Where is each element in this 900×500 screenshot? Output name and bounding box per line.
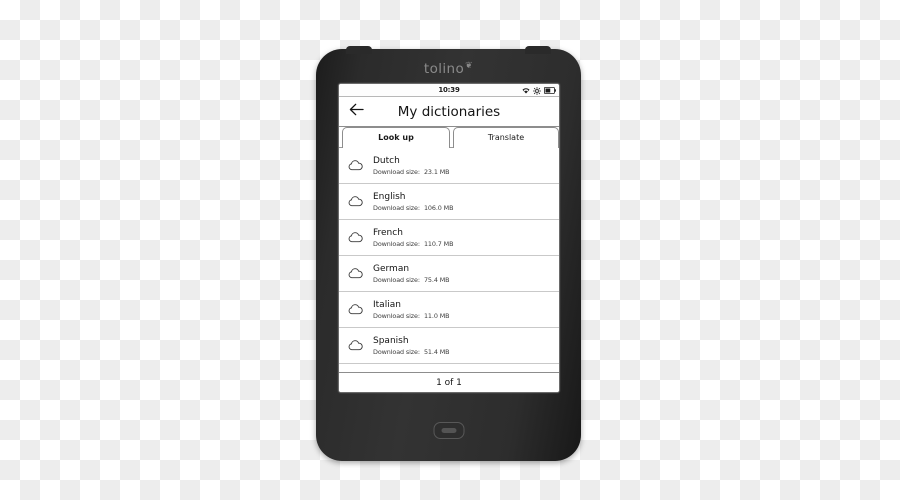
download-size: Download size: 11.0 MB	[373, 312, 559, 320]
download-size: Download size: 110.7 MB	[373, 240, 559, 248]
dictionary-name: French	[373, 227, 403, 238]
cloud-download-icon	[348, 232, 369, 243]
tolino-logo: tolino❦	[316, 61, 581, 77]
dictionary-name: English	[373, 191, 406, 202]
ereader-device: tolino❦ 10:39 My dictionaries Look up Tr…	[316, 46, 581, 461]
size-value: 23.1 MB	[423, 167, 450, 176]
size-label: Download size:	[373, 347, 420, 356]
list-item-text: Spanish Download size: 51.4 MB	[369, 336, 559, 356]
size-label: Download size:	[373, 203, 420, 212]
list-item[interactable]: English Download size: 106.0 MB	[339, 184, 559, 220]
dictionary-list: Dutch Download size: 23.1 MB English Down…	[339, 148, 559, 372]
download-size: Download size: 106.0 MB	[373, 204, 559, 212]
list-item-text: English Download size: 106.0 MB	[369, 192, 559, 212]
size-label: Download size:	[373, 167, 420, 176]
download-size: Download size: 51.4 MB	[373, 348, 559, 356]
list-item-text: French Download size: 110.7 MB	[369, 228, 559, 248]
dictionary-name: Italian	[373, 299, 401, 310]
title-bar: My dictionaries	[339, 97, 559, 127]
tab-look-up[interactable]: Look up	[342, 127, 450, 149]
battery-icon	[544, 87, 556, 94]
brightness-icon	[533, 86, 541, 95]
cloud-download-icon	[348, 304, 369, 315]
cloud-download-icon	[348, 340, 369, 351]
back-button[interactable]	[346, 97, 366, 127]
size-value: 106.0 MB	[423, 203, 454, 212]
list-item-text: Italian Download size: 11.0 MB	[369, 300, 559, 320]
list-item[interactable]: German Download size: 75.4 MB	[339, 256, 559, 292]
home-button-pill-icon	[441, 428, 456, 433]
size-label: Download size:	[373, 239, 420, 248]
list-item[interactable]: Dutch Download size: 23.1 MB	[339, 148, 559, 184]
status-bar: 10:39	[339, 84, 559, 97]
dictionary-name: Dutch	[373, 155, 400, 166]
cloud-download-icon	[348, 268, 369, 279]
size-label: Download size:	[373, 275, 420, 284]
download-size: Download size: 75.4 MB	[373, 276, 559, 284]
device-screen: 10:39 My dictionaries Look up Translate …	[338, 83, 560, 393]
list-item[interactable]: French Download size: 110.7 MB	[339, 220, 559, 256]
cloud-download-icon	[348, 160, 369, 171]
download-size: Download size: 23.1 MB	[373, 168, 559, 176]
device-top-bump-left	[346, 46, 372, 54]
status-icon-group	[522, 84, 556, 97]
device-top-bump-right	[525, 46, 551, 54]
dictionary-name: Spanish	[373, 335, 409, 346]
wifi-icon	[522, 87, 530, 94]
butterfly-mark-icon: ❦	[465, 60, 474, 71]
tab-bar: Look up Translate	[339, 127, 559, 149]
size-label: Download size:	[373, 311, 420, 320]
page-title: My dictionaries	[397, 104, 501, 120]
brand-text: tolino	[423, 61, 465, 77]
list-item-text: German Download size: 75.4 MB	[369, 264, 559, 284]
page-indicator: 1 of 1	[339, 372, 559, 392]
size-value: 75.4 MB	[423, 275, 450, 284]
dictionary-name: German	[373, 263, 410, 274]
list-item-text: Dutch Download size: 23.1 MB	[369, 156, 559, 176]
list-item[interactable]: Italian Download size: 11.0 MB	[339, 292, 559, 328]
back-arrow-icon	[349, 103, 364, 121]
tab-translate[interactable]: Translate	[452, 127, 559, 148]
size-value: 51.4 MB	[423, 347, 450, 356]
size-value: 11.0 MB	[423, 311, 450, 320]
list-item[interactable]: Spanish Download size: 51.4 MB	[339, 328, 559, 364]
cloud-download-icon	[348, 196, 369, 207]
home-button[interactable]	[433, 422, 464, 439]
size-value: 110.7 MB	[423, 239, 454, 248]
